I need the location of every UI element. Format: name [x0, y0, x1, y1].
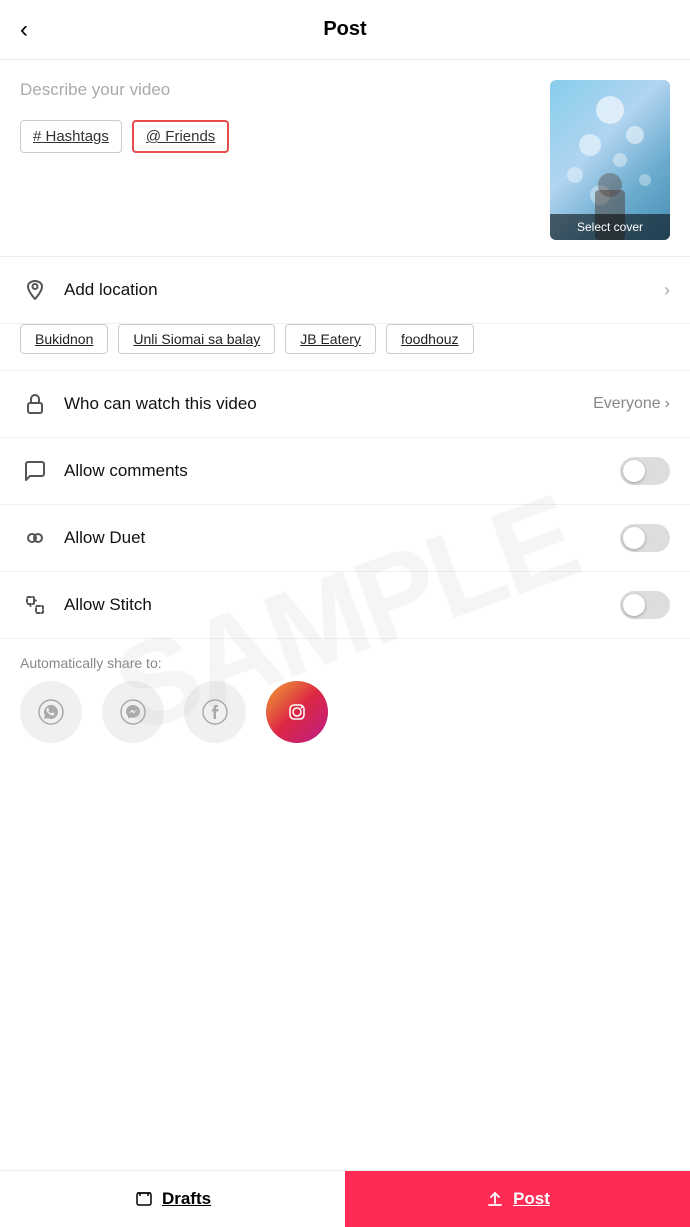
allow-comments-label: Allow comments — [64, 461, 620, 481]
location-chip-3[interactable]: foodhouz — [386, 324, 474, 354]
allow-comments-row: Allow comments — [0, 438, 690, 505]
drafts-icon — [134, 1189, 154, 1209]
comment-icon — [20, 456, 50, 486]
allow-stitch-toggle[interactable] — [620, 591, 670, 619]
allow-comments-toggle[interactable] — [620, 457, 670, 485]
back-button[interactable]: ‹ — [20, 16, 28, 44]
hashtag-row: # Hashtags @ Friends — [20, 120, 534, 153]
facebook-button[interactable] — [184, 681, 246, 743]
instagram-button[interactable] — [266, 681, 328, 743]
bottom-spacer — [0, 763, 690, 843]
allow-duet-toggle[interactable] — [620, 524, 670, 552]
who-can-watch-row[interactable]: Who can watch this video Everyone › — [0, 371, 690, 438]
auto-share-label: Automatically share to: — [0, 639, 690, 681]
drafts-button[interactable]: Drafts — [0, 1171, 345, 1227]
location-chips: Bukidnon Unli Siomai sa balay JB Eatery … — [0, 324, 690, 371]
share-icons-row — [0, 681, 690, 763]
duet-icon — [20, 523, 50, 553]
allow-duet-row: Allow Duet — [0, 505, 690, 572]
whatsapp-button[interactable] — [20, 681, 82, 743]
location-chip-0[interactable]: Bukidnon — [20, 324, 108, 354]
add-location-row[interactable]: Add location › — [0, 257, 690, 324]
post-button[interactable]: Post — [345, 1171, 690, 1227]
toggle-knob — [623, 460, 645, 482]
location-chip-1[interactable]: Unli Siomai sa balay — [118, 324, 275, 354]
post-upload-icon — [485, 1189, 505, 1209]
toggle-knob-stitch — [623, 594, 645, 616]
allow-duet-label: Allow Duet — [64, 528, 620, 548]
video-thumbnail: Select cover — [550, 80, 670, 240]
messenger-icon — [119, 698, 147, 726]
allow-stitch-label: Allow Stitch — [64, 595, 620, 615]
page-title: Post — [323, 18, 366, 41]
bottom-bar: Drafts Post — [0, 1170, 690, 1227]
location-icon — [20, 275, 50, 305]
whatsapp-icon — [37, 698, 65, 726]
stitch-icon — [20, 590, 50, 620]
location-chip-2[interactable]: JB Eatery — [285, 324, 376, 354]
lock-icon — [20, 389, 50, 419]
describe-left: Describe your video # Hashtags @ Friends — [20, 80, 534, 240]
who-can-watch-label: Who can watch this video — [64, 394, 593, 414]
friends-button[interactable]: @ Friends — [132, 120, 229, 153]
who-can-watch-value: Everyone › — [593, 395, 670, 413]
describe-section: Describe your video # Hashtags @ Friends… — [0, 60, 690, 257]
header: ‹ Post — [0, 0, 690, 60]
who-can-watch-chevron-icon: › — [665, 395, 670, 413]
select-cover-button[interactable]: Select cover — [550, 214, 670, 240]
instagram-icon — [283, 698, 311, 726]
hashtags-button[interactable]: # Hashtags — [20, 120, 122, 153]
messenger-button[interactable] — [102, 681, 164, 743]
add-location-label: Add location — [64, 280, 664, 300]
describe-placeholder[interactable]: Describe your video — [20, 80, 534, 100]
allow-stitch-row: Allow Stitch — [0, 572, 690, 639]
location-chevron-icon: › — [664, 280, 670, 301]
toggle-knob-duet — [623, 527, 645, 549]
facebook-icon — [201, 698, 229, 726]
